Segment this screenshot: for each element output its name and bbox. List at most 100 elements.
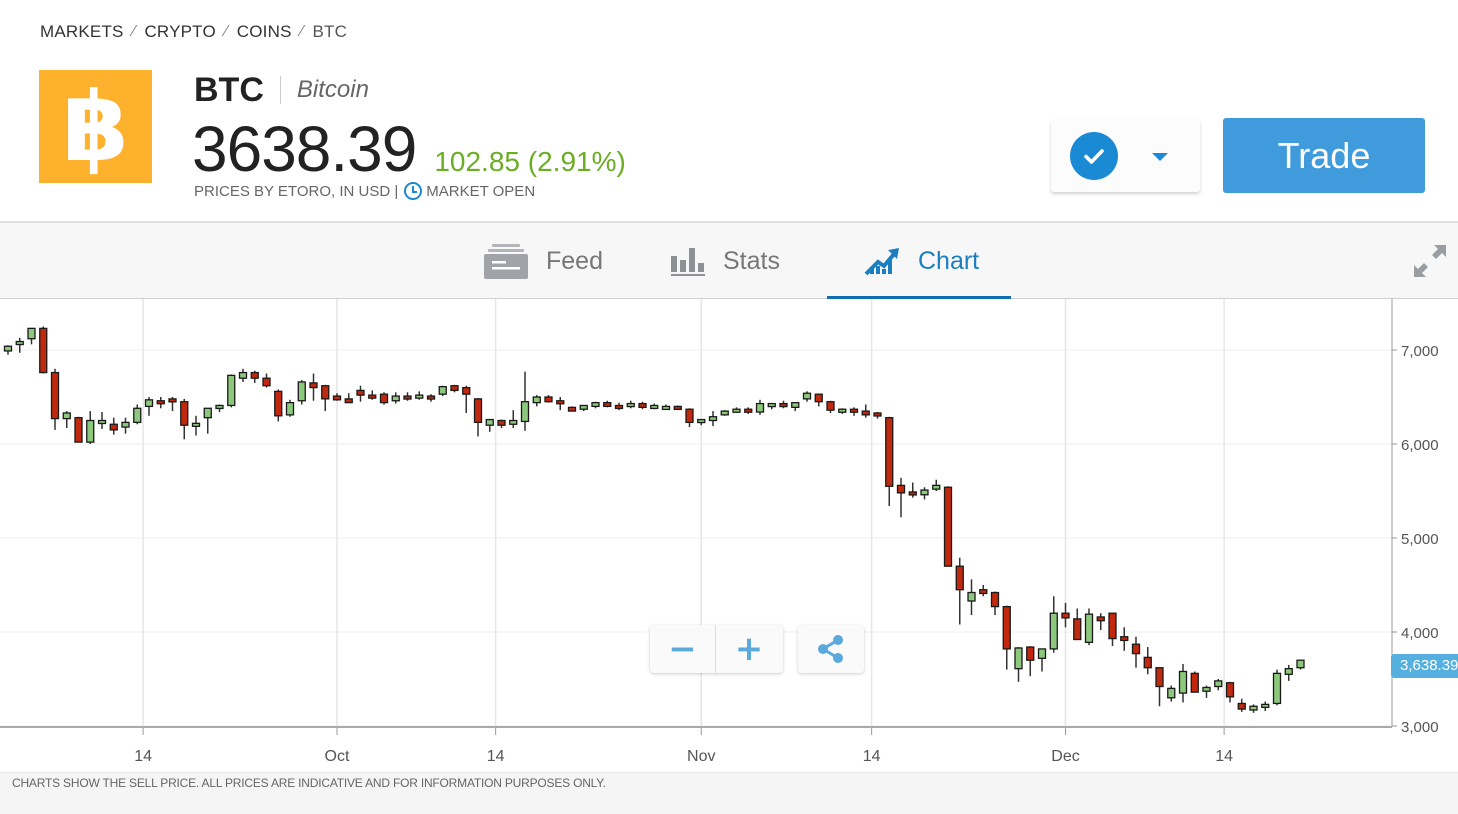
breadcrumb-separator: ⁄ [224,23,228,40]
x-tick-label: 14 [1215,748,1233,765]
candle-up [767,402,776,408]
breadcrumb-separator: ⁄ [300,23,304,40]
candle-down [779,402,788,408]
trade-button[interactable]: Trade [1223,118,1425,193]
candle-down [896,484,906,494]
candle-down [497,419,506,426]
candle-up [1272,672,1282,705]
candle-up [1296,659,1305,669]
candle-up [1167,687,1176,699]
tab-stats[interactable]: Stats [671,223,780,299]
candle-down [450,385,459,392]
bitcoin-glyph: ฿ [62,70,129,183]
candle-up [27,327,36,340]
candle-down [885,417,894,487]
candle-down [379,393,389,404]
candle-up [215,404,224,410]
candle-up [121,421,130,428]
instrument-name: Bitcoin [296,76,369,103]
candle-up [391,395,400,402]
market-status: MARKET OPEN [426,182,536,200]
breadcrumb-btc: BTC [312,22,348,41]
caret-down-icon[interactable] [1152,153,1168,161]
candle-down [1155,667,1164,688]
zoom-out-button[interactable]: − [650,625,716,673]
x-tick-label: 14 [487,748,505,765]
candle-up [732,408,741,413]
candle-up [227,374,236,407]
candle-up [650,404,659,410]
price-source: PRICES BY ETORO, IN USD | [194,182,399,200]
disclaimer-text: CHARTS SHOW THE SELL PRICE. ALL PRICES A… [12,776,606,790]
candle-down [262,377,271,387]
zoom-controls: − + [650,625,783,673]
candle-down [356,389,365,396]
candle-down [309,382,318,389]
candle-down [544,396,553,403]
current-price-tag: 3,638.39 [1391,654,1458,678]
candle-up [755,402,765,413]
instrument-symbol: BTC [194,70,264,109]
x-tick-label: Dec [1051,748,1079,765]
current-price: 3638.39 [192,113,417,185]
candle-down [990,591,1000,608]
candle-up [1014,647,1023,670]
candle-down [473,398,483,424]
trend-chart-icon [864,246,900,276]
candle-up [708,416,718,422]
candle-up [1214,680,1223,688]
x-tick-label: 14 [863,748,881,765]
candle-up [3,345,13,352]
candle-down [908,491,917,496]
candle-down [849,408,859,413]
candle-down [861,410,870,416]
x-tick-label: Nov [687,748,715,765]
y-tick-label: 6,000 [1401,437,1439,454]
candle-up [86,419,95,443]
candle-up [1261,703,1270,709]
candle-down [943,486,953,567]
breadcrumb-markets[interactable]: MARKETS [40,22,124,42]
candle-down [955,565,964,591]
candle-up [1202,686,1211,692]
candle-down [74,417,83,443]
candle-down [39,327,48,374]
breadcrumb-coins[interactable]: COINS [237,22,292,42]
tab-chart[interactable]: Chart [864,223,979,299]
candle-up [415,394,424,399]
candle-up [626,402,635,408]
candle-up [1037,648,1047,659]
tab-feed[interactable]: Feed [484,223,603,299]
candle-down [368,394,377,399]
candle-up [144,399,154,408]
candle-down [1073,618,1082,641]
candle-down [426,395,436,400]
candlestick-chart[interactable]: 3,000 4,000 5,000 6,000 7,000 14 Oct 14 Nov 14 Dec… [0,299,1458,772]
candle-up [838,408,847,413]
share-icon [818,635,843,663]
check-circle-icon [1070,132,1118,180]
candle-down [873,412,882,417]
candle-down [1120,636,1129,642]
candle-down [109,423,118,431]
candle-down [567,406,577,412]
candle-up [920,489,929,496]
instrument-page: MARKETS ⁄ CRYPTO ⁄ COINS ⁄ BTC ฿ BTC Bit… [0,0,1458,814]
zoom-in-button[interactable]: + [716,625,782,673]
candle-down [1131,643,1141,655]
chart-footer: CHARTS SHOW THE SELL PRICE. ALL PRICES A… [0,772,1458,814]
candle-up [203,407,212,419]
candle-up [661,405,671,411]
candle-down [1237,702,1246,710]
candle-down [1002,605,1011,650]
candle-down [744,408,753,413]
watchlist-button[interactable] [1051,119,1200,192]
price-chart[interactable]: 3,000 4,000 5,000 6,000 7,000 14 Oct 14 Nov 14 Dec… [0,299,1458,772]
candle-down [1096,616,1105,622]
candle-down [1190,672,1199,693]
breadcrumb-crypto[interactable]: CRYPTO [144,22,215,42]
share-button[interactable] [798,625,864,673]
expand-icon[interactable] [1412,243,1448,279]
candle-down [50,371,60,420]
x-tick-label: Oct [325,748,350,765]
